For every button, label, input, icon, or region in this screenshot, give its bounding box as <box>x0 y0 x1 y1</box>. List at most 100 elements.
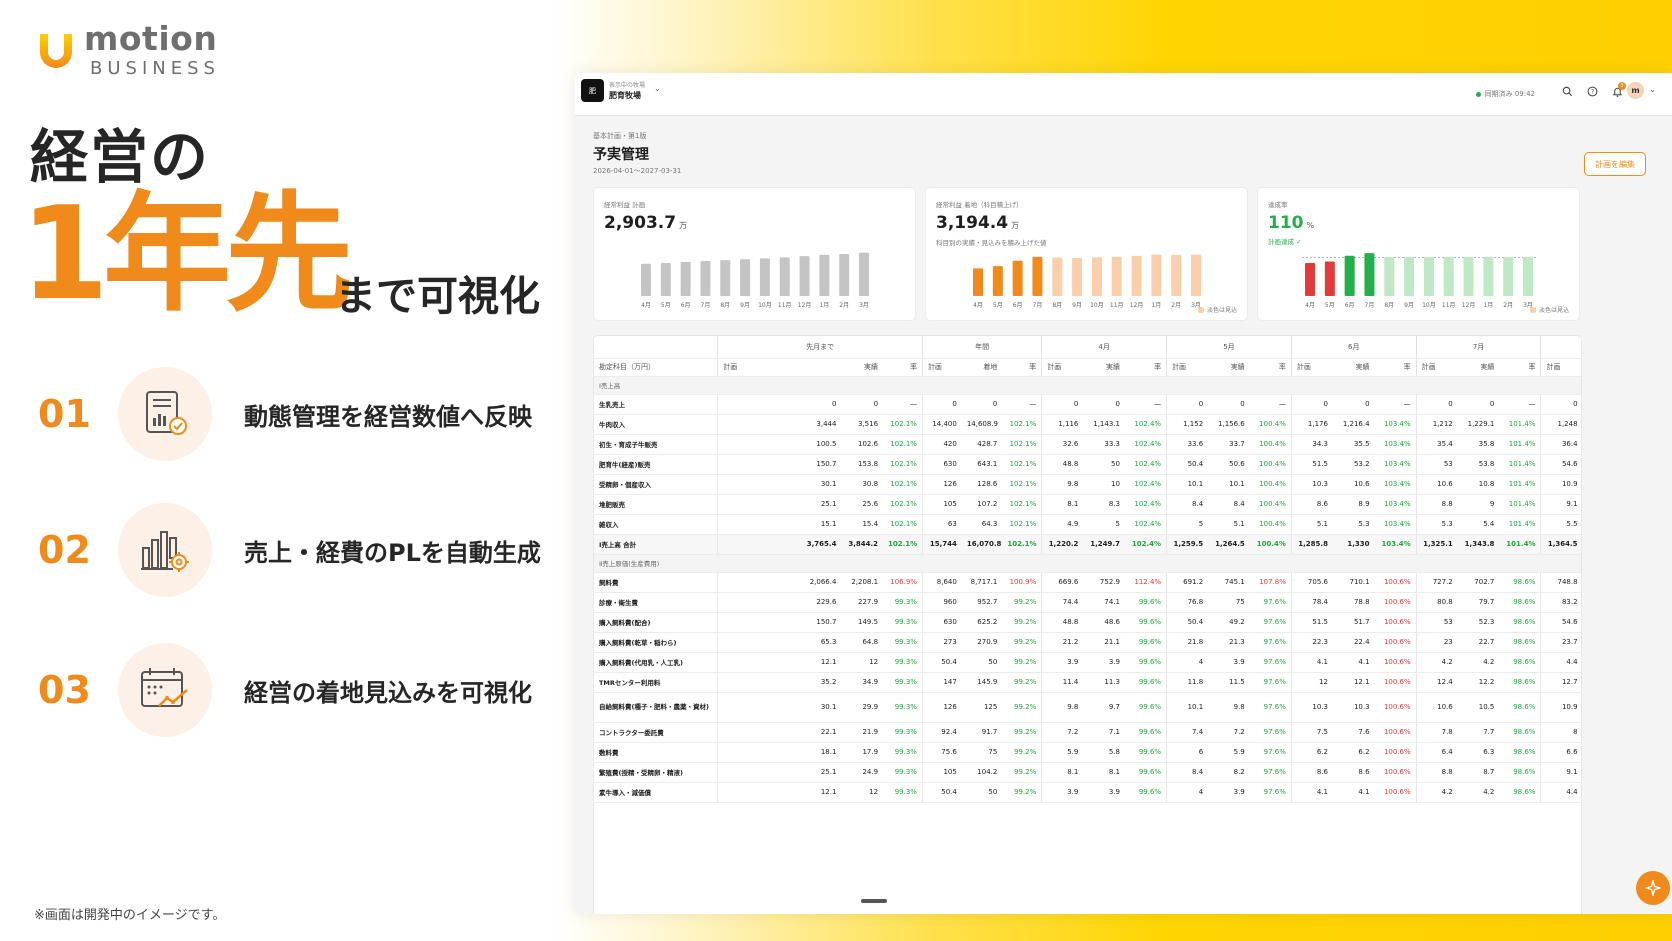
rate-cell[interactable]: 102.4% <box>1124 534 1167 555</box>
rate-cell[interactable]: 98.6% <box>1499 592 1541 613</box>
rate-cell[interactable]: 102.1% <box>1002 434 1042 455</box>
value-cell[interactable]: 21.9 <box>841 722 884 743</box>
rate-cell[interactable]: 102.1% <box>883 414 923 435</box>
rate-cell[interactable]: 101.4% <box>1499 434 1541 455</box>
rate-cell[interactable]: 97.6% <box>1249 612 1292 633</box>
value-cell[interactable]: 1,285.8 <box>1290 534 1333 555</box>
value-cell[interactable]: 1,325.1 <box>1415 534 1458 555</box>
rate-cell[interactable]: 98.6% <box>1499 762 1541 783</box>
value-cell[interactable]: 8,640 <box>921 572 962 593</box>
value-cell[interactable]: 51.5 <box>1290 612 1333 633</box>
value-cell[interactable]: 5.9 <box>1041 742 1084 763</box>
rate-cell[interactable]: 100.6% <box>1374 722 1417 743</box>
value-cell[interactable]: 11.3 <box>1083 672 1125 693</box>
column-header[interactable]: 率 <box>1124 358 1167 377</box>
rate-cell[interactable]: — <box>1249 394 1292 415</box>
rate-cell[interactable]: 98.6% <box>1499 572 1541 593</box>
value-cell[interactable]: 12.4 <box>1415 672 1458 693</box>
column-header[interactable]: 率 <box>1499 358 1541 377</box>
rate-cell[interactable]: 102.4% <box>1124 474 1167 495</box>
value-cell[interactable]: 5.8 <box>1083 742 1125 763</box>
value-cell[interactable]: 48.6 <box>1083 612 1125 633</box>
value-cell[interactable]: 64.8 <box>841 632 884 653</box>
value-cell[interactable]: 3,765.4 <box>717 534 842 555</box>
rate-cell[interactable]: 99.2% <box>1002 762 1042 783</box>
value-cell[interactable]: 54.6 <box>1540 454 1581 475</box>
value-cell[interactable]: 0 <box>841 394 884 415</box>
value-cell[interactable]: 1,216.4 <box>1332 414 1375 435</box>
value-cell[interactable]: 21.1 <box>1083 632 1125 653</box>
value-cell[interactable]: 625.2 <box>961 612 1003 633</box>
rate-cell[interactable]: 102.1% <box>1002 514 1042 535</box>
value-cell[interactable]: 5.3 <box>1332 514 1375 535</box>
value-cell[interactable]: 227.9 <box>841 592 884 613</box>
rate-cell[interactable]: 103.4% <box>1374 454 1417 475</box>
rate-cell[interactable]: 100.6% <box>1374 632 1417 653</box>
value-cell[interactable]: 8.9 <box>1332 494 1375 515</box>
rate-cell[interactable]: 100.4% <box>1249 434 1292 455</box>
value-cell[interactable]: 22.3 <box>1290 632 1333 653</box>
value-cell[interactable]: 630 <box>921 612 962 633</box>
value-cell[interactable]: 35.4 <box>1415 434 1458 455</box>
value-cell[interactable]: 0 <box>717 394 842 415</box>
value-cell[interactable]: 21.8 <box>1166 632 1209 653</box>
rate-cell[interactable]: 99.2% <box>1002 612 1042 633</box>
value-cell[interactable]: 8.4 <box>1166 762 1209 783</box>
rate-cell[interactable]: 101.4% <box>1499 474 1541 495</box>
value-cell[interactable]: 12.1 <box>1332 672 1375 693</box>
value-cell[interactable]: 10.3 <box>1290 474 1333 495</box>
value-cell[interactable]: 7.8 <box>1415 722 1458 743</box>
column-header[interactable]: 計画 <box>1041 358 1084 377</box>
rate-cell[interactable]: 101.4% <box>1499 494 1541 515</box>
row-label[interactable]: 受精卵・個産収入 <box>594 474 718 495</box>
column-header[interactable]: 実績 <box>1083 358 1125 377</box>
value-cell[interactable]: 4.1 <box>1332 782 1375 803</box>
row-label[interactable]: コントラクター委託費 <box>594 722 718 743</box>
value-cell[interactable]: 128.6 <box>961 474 1003 495</box>
value-cell[interactable]: 9.8 <box>1041 474 1084 495</box>
value-cell[interactable]: 35.8 <box>1457 434 1500 455</box>
value-cell[interactable]: 745.1 <box>1208 572 1250 593</box>
column-header[interactable]: 着地 <box>961 358 1003 377</box>
rate-cell[interactable]: 100.6% <box>1374 762 1417 783</box>
value-cell[interactable]: 1,143.1 <box>1083 414 1125 435</box>
value-cell[interactable]: 8.3 <box>1083 494 1125 515</box>
value-cell[interactable]: 9.8 <box>1041 692 1084 723</box>
value-cell[interactable]: 630 <box>921 454 962 475</box>
value-cell[interactable]: 50.6 <box>1208 454 1250 475</box>
value-cell[interactable]: 8.6 <box>1290 494 1333 515</box>
value-cell[interactable]: 8.2 <box>1208 762 1250 783</box>
value-cell[interactable]: 21.2 <box>1041 632 1084 653</box>
value-cell[interactable]: 8.1 <box>1041 762 1084 783</box>
value-cell[interactable]: 0 <box>1290 394 1333 415</box>
value-cell[interactable]: 23 <box>1415 632 1458 653</box>
value-cell[interactable]: 1,116 <box>1041 414 1084 435</box>
value-cell[interactable]: 49.2 <box>1208 612 1250 633</box>
rate-cell[interactable]: 100.6% <box>1374 612 1417 633</box>
chevron-down-icon[interactable]: ⌄ <box>1649 85 1656 94</box>
value-cell[interactable]: 6.2 <box>1290 742 1333 763</box>
value-cell[interactable]: 75 <box>1208 592 1250 613</box>
rate-cell[interactable]: 99.6% <box>1124 612 1167 633</box>
rate-cell[interactable]: 98.6% <box>1499 722 1541 743</box>
value-cell[interactable]: 4.1 <box>1332 652 1375 673</box>
value-cell[interactable]: 78.8 <box>1332 592 1375 613</box>
value-cell[interactable]: 35.5 <box>1332 434 1375 455</box>
rate-cell[interactable]: 98.6% <box>1499 742 1541 763</box>
value-cell[interactable]: 0 <box>1166 394 1209 415</box>
rate-cell[interactable]: 99.2% <box>1002 592 1042 613</box>
value-cell[interactable]: 15.1 <box>717 514 842 535</box>
value-cell[interactable]: 14,400 <box>921 414 962 435</box>
value-cell[interactable]: 33.3 <box>1083 434 1125 455</box>
column-header[interactable]: 実績 <box>841 358 884 377</box>
rate-cell[interactable]: 98.6% <box>1499 782 1541 803</box>
value-cell[interactable]: 10.9 <box>1540 474 1581 495</box>
rate-cell[interactable]: 98.6% <box>1499 672 1541 693</box>
rate-cell[interactable]: 99.6% <box>1124 692 1167 723</box>
value-cell[interactable]: 53.8 <box>1457 454 1500 475</box>
rate-cell[interactable]: 99.2% <box>1002 722 1042 743</box>
value-cell[interactable]: 149.5 <box>841 612 884 633</box>
value-cell[interactable]: 30.1 <box>717 474 842 495</box>
value-cell[interactable]: 8.1 <box>1083 762 1125 783</box>
value-cell[interactable]: 53.2 <box>1332 454 1375 475</box>
